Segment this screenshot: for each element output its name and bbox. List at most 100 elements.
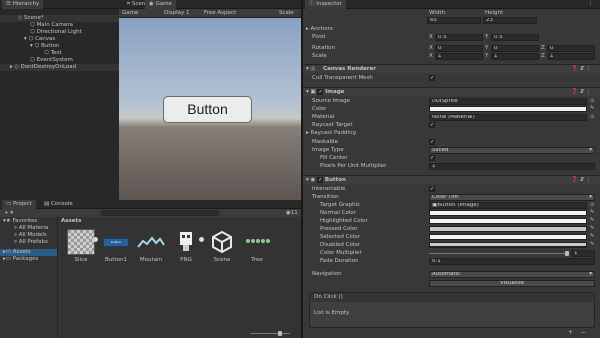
eyedropper-icon[interactable]: ✎ [590, 217, 594, 223]
rotation-x-field[interactable]: 0 [435, 45, 483, 52]
tab-game[interactable]: ◉ Game [145, 0, 176, 9]
game-ui-button[interactable]: Button [163, 96, 252, 123]
fade-duration-field[interactable]: 0.1 [429, 258, 595, 265]
object-picker-icon[interactable]: ⊙ [590, 202, 594, 208]
asset-scene[interactable]: Scene [207, 229, 237, 263]
disabled-color-swatch[interactable] [429, 242, 587, 248]
hierarchy-item-canvas[interactable]: ▾ ⬡ Canvas [0, 36, 119, 43]
component-menu-icon[interactable]: ❓ ⇵ ⋮ [571, 176, 591, 184]
asset-button1[interactable]: button Button1 [101, 229, 131, 263]
chevron-down-icon: ▾ [589, 271, 592, 277]
asset-tree[interactable]: Tree [242, 229, 272, 263]
hierarchy-item-eventsystem[interactable]: ⬡ EventSystem [0, 57, 119, 64]
fill-center-checkbox[interactable]: ✓ [429, 155, 435, 161]
button-header[interactable]: ▾ ◉ ✓ Button ❓ ⇵ ⋮ [303, 175, 600, 184]
object-picker-icon[interactable]: ⊙ [590, 98, 594, 104]
eyedropper-icon[interactable]: ✎ [590, 209, 594, 215]
anchors-foldout[interactable]: ▸ Anchors [303, 26, 600, 33]
image-color-swatch[interactable] [429, 106, 587, 112]
pivot-y-field[interactable]: 0.5 [491, 34, 539, 41]
target-graphic-field[interactable]: ▣Button (Image) [429, 202, 587, 209]
pivot-x-field[interactable]: 0.5 [435, 34, 483, 41]
visualize-button[interactable]: Visualize [429, 280, 595, 287]
canvas-renderer-header[interactable]: ▾ ◎ Canvas Renderer ❓ ⇵ ⋮ [303, 64, 600, 73]
maskable-checkbox[interactable]: ✓ [429, 139, 435, 145]
remove-listener-button[interactable]: − [581, 329, 586, 336]
hierarchy-item-dontdestroyonload[interactable]: ▸ ◇ DontDestroyOnLoad [0, 64, 119, 71]
raycast-target-checkbox[interactable]: ✓ [429, 122, 435, 128]
favorites-item[interactable]: ⌕ All Prefabs [0, 239, 57, 246]
zoom-slider[interactable] [250, 331, 290, 336]
scale-y-field[interactable]: 1 [491, 53, 539, 60]
rotation-z-field[interactable]: 0 [547, 45, 595, 52]
width-field[interactable]: 65 [427, 17, 481, 24]
add-icon[interactable]: + ▾ [4, 209, 13, 217]
mountain-icon [137, 236, 165, 248]
asset-png[interactable]: PNG [171, 229, 201, 263]
color-multiplier-field[interactable]: 1 [571, 250, 595, 257]
height-field[interactable]: 23 [483, 17, 537, 24]
favorites-header[interactable]: ▾★ Favorites [0, 218, 57, 225]
component-menu-icon[interactable]: ❓ ⇵ ⋮ [571, 65, 591, 73]
rotation-y-field[interactable]: 0 [491, 45, 539, 52]
cull-transparent-checkbox[interactable]: ✓ [429, 75, 435, 81]
highlighted-color-swatch[interactable] [429, 218, 587, 224]
eyedropper-icon[interactable]: ✎ [590, 233, 594, 239]
scale-z-field[interactable]: 1 [547, 53, 595, 60]
object-picker-icon[interactable]: ⊙ [590, 114, 594, 120]
axis-y-label: Y [485, 53, 489, 59]
add-listener-button[interactable]: + [568, 329, 573, 336]
asset-slice[interactable]: Slice [66, 229, 96, 263]
image-type-dropdown[interactable]: Sliced ▾ [429, 147, 595, 154]
eye-icon: ◎ [310, 66, 318, 72]
transition-dropdown[interactable]: Color Tint ▾ [429, 194, 595, 201]
favorites-item[interactable]: ⌕ All Materia [0, 225, 57, 232]
expand-arrow-icon[interactable] [199, 237, 204, 242]
source-image-field[interactable]: ▫UISprite [429, 98, 587, 105]
tab-hierarchy[interactable]: ☰ Hierarchy [2, 0, 44, 9]
game-display-select[interactable]: Game [122, 9, 138, 17]
eyedropper-icon[interactable]: ✎ [590, 105, 594, 111]
tab-console[interactable]: ▤ Console [40, 200, 77, 209]
material-field[interactable]: None (Material) [429, 114, 587, 121]
hierarchy-item-button[interactable]: ▾ ⬡ Button [0, 43, 119, 50]
aspect-dropdown[interactable]: Free Aspect [204, 9, 236, 17]
image-enabled-checkbox[interactable]: ✓ [317, 88, 324, 95]
folder-icon: ▭ [6, 201, 13, 207]
display-dropdown[interactable]: Display 1 [164, 9, 190, 17]
menu-icon[interactable]: ⋮ [588, 0, 594, 9]
folder-packages[interactable]: ▸▭ Packages [0, 256, 57, 263]
hierarchy-item-text[interactable]: ⬡ Text [0, 50, 119, 57]
hierarchy-item-scene[interactable]: ◇ Scene* [0, 15, 119, 22]
button-enabled-checkbox[interactable]: ✓ [317, 176, 324, 183]
pressed-color-swatch[interactable] [429, 226, 587, 232]
component-menu-icon[interactable]: ❓ ⇵ ⋮ [571, 88, 591, 96]
tree-thumbnail [243, 229, 271, 255]
asset-label: Moutain [139, 257, 163, 263]
chevron-down-icon: ▾ [589, 194, 592, 200]
button-sprite-thumbnail: button [102, 229, 130, 255]
normal-color-swatch[interactable] [429, 210, 587, 216]
scale-x-field[interactable]: 1 [435, 53, 483, 60]
selected-color-swatch[interactable] [429, 234, 587, 240]
expand-arrow-icon[interactable] [93, 237, 98, 242]
axis-x-label: X [429, 34, 433, 40]
eyedropper-icon[interactable]: ✎ [590, 225, 594, 231]
project-search-input[interactable] [100, 210, 220, 216]
hierarchy-item-main-camera[interactable]: ⬡ Main Camera [0, 22, 119, 29]
breadcrumb[interactable]: Assets [61, 218, 81, 224]
tab-inspector[interactable]: ⓘ Inspector [305, 0, 346, 9]
folder-assets[interactable]: ▸▭ Assets [0, 249, 57, 256]
hierarchy-item-directional-light[interactable]: ⬡ Directional Light [0, 29, 119, 36]
favorites-item[interactable]: ⌕ All Models [0, 232, 57, 239]
image-header[interactable]: ▾ ▣ ✓ Image ❓ ⇵ ⋮ [303, 87, 600, 96]
raycast-padding-foldout[interactable]: ▸ Raycast Padding [303, 130, 600, 137]
tab-project[interactable]: ▭ Project [2, 200, 36, 209]
asset-moutain[interactable]: Moutain [136, 229, 166, 263]
eyedropper-icon[interactable]: ✎ [590, 241, 594, 247]
navigation-dropdown[interactable]: Automatic ▾ [429, 271, 595, 278]
color-multiplier-slider[interactable] [429, 251, 569, 256]
ppu-field[interactable]: 1 [429, 163, 595, 170]
png-icon [180, 232, 192, 251]
interactable-checkbox[interactable]: ✓ [429, 186, 435, 192]
